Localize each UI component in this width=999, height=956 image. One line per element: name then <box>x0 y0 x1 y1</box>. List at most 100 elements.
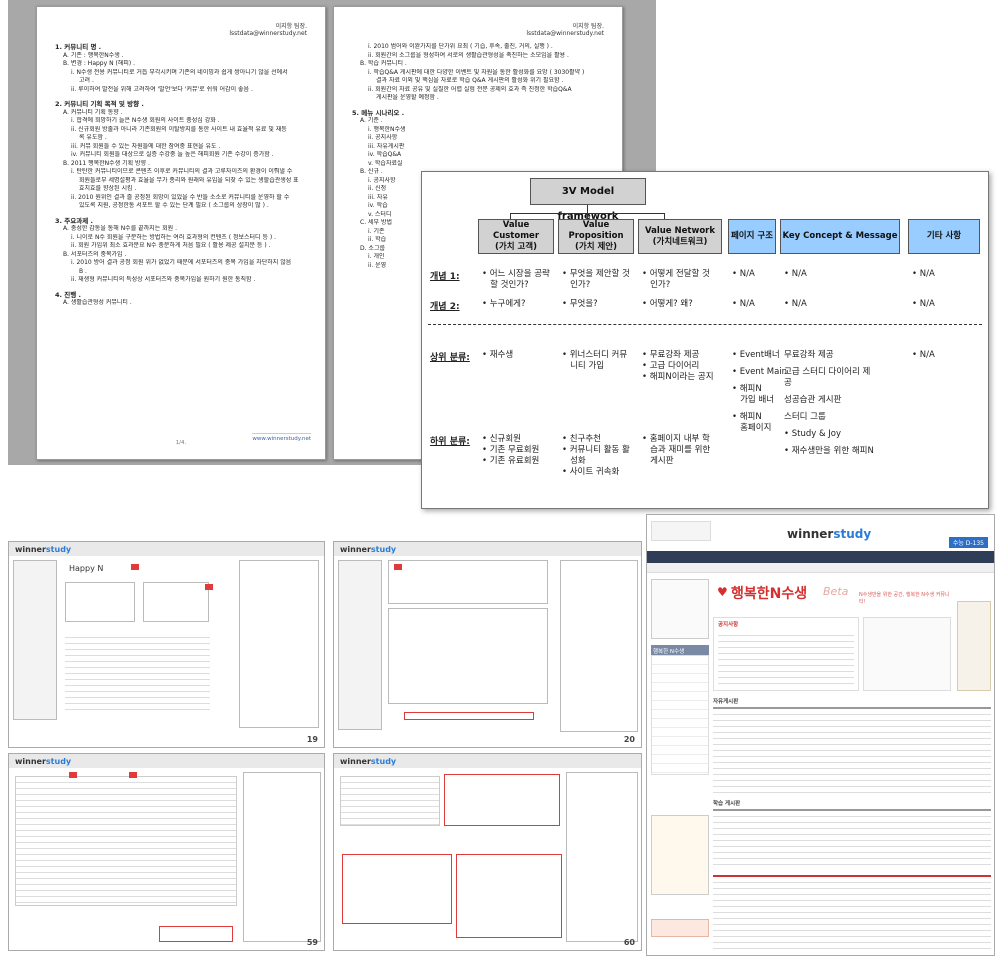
cell-line: • N/A <box>912 350 935 360</box>
framework-column-header: Value Network (가치네트워크) <box>638 219 722 254</box>
annotation-marker <box>129 772 137 778</box>
cell-line: 홈페이지 <box>732 423 772 433</box>
free-board-list[interactable] <box>713 707 991 793</box>
section-heading: 2. 커뮤니티 기획 목적 및 방향 . <box>55 100 144 108</box>
framework-cell: • N/A <box>912 299 994 310</box>
cell-line: 습과 재미를 위한 <box>642 445 711 455</box>
grid-rows <box>65 632 210 712</box>
cell-line: 니티 가입 <box>562 361 605 371</box>
right-panel <box>566 772 638 942</box>
text-line: 게시판을 운영할 예정함 . <box>376 94 439 101</box>
login-box[interactable] <box>651 579 709 639</box>
qa-board-title: 학습 게시판 <box>713 801 741 807</box>
annotation-box <box>159 926 233 942</box>
cell-line: 인가? <box>642 280 671 290</box>
page-header-name: 이지항 팀장. <box>572 23 604 30</box>
framework-column-header: 기타 사항 <box>908 219 980 254</box>
calendar-box <box>863 617 951 691</box>
section-heading: 3. 주요과제 . <box>55 216 93 225</box>
qa-board-list[interactable] <box>713 809 991 865</box>
text-line: i. 니이로 N수 회원을 구분하는 방법하는 여러 효과형의 컨텐츠 ( 정보… <box>71 233 277 241</box>
text-line: 효치효를 향상된 시킴 . <box>79 185 137 192</box>
right-quick-menu[interactable] <box>957 601 991 691</box>
text-line: B. 변경 : Happy N (해피) . <box>63 60 136 67</box>
winnerstudy-logo: winnerstudy <box>340 545 397 554</box>
cell-line: • N/A <box>784 299 807 309</box>
cell-line: 고급 스터디 다이어리 제 <box>784 367 871 377</box>
cell-line: • N/A <box>912 299 935 309</box>
framework-cell: • 무엇을? <box>562 299 648 310</box>
text-line: ii. 신규회원 방출과 아니라 기존회원의 이탈방지를 통한 사이트 내 효율… <box>71 125 287 133</box>
framework-cell: • N/A <box>912 350 994 361</box>
cell-line: 무료강좌 제공 <box>784 350 834 360</box>
slide-number: 20 <box>623 735 635 744</box>
cell-line: • 누구에게? <box>482 299 526 309</box>
text-line: iii. 자유게시판 <box>368 142 405 150</box>
cell-line: 성공습관 게시판 <box>784 395 842 405</box>
cell-line: • 무엇을 제안할 것 <box>562 269 630 279</box>
text-line: 결과 자료 이외 및 핵심을 자료로 학습 Q&A 게시판의 활성화 위기 필요… <box>376 77 564 84</box>
text-line: B . <box>79 267 87 275</box>
text-line: A. 기준 . <box>360 117 383 124</box>
right-panel <box>243 772 321 942</box>
cell-line: • 무료강좌 제공 <box>642 350 700 360</box>
winnerstudy-logo: winnerstudy <box>340 757 397 766</box>
winnerstudy-logo[interactable]: winnerstudy <box>787 527 871 541</box>
attendance-list[interactable] <box>713 875 991 951</box>
wireframe-slide-20: winnerstudy 20 <box>333 541 642 748</box>
header-line: (가치네트워크) <box>652 236 708 247</box>
framework-cell: • 홈페이지 내부 학 습과 재미를 위한 게시판 <box>642 434 736 467</box>
text-line: 고려 . <box>79 77 94 84</box>
framework-row-label: 개념 2: <box>430 302 460 312</box>
notice-list[interactable] <box>718 630 854 686</box>
cell-line: • 친구추천 <box>562 434 601 444</box>
framework-column-header: Key Concept & Message <box>780 219 900 254</box>
site-header: winnerstudy 수능 D-135 <box>647 515 994 551</box>
wireframe-slide-19: winnerstudy Happy N 19 <box>8 541 325 748</box>
happy-n-title: Happy N <box>69 564 104 573</box>
header-line: (가치 고객) <box>494 242 537 252</box>
notice-title: 공지사항 <box>718 622 739 628</box>
cell-line: • N/A <box>912 269 935 279</box>
side-menu[interactable] <box>651 655 709 775</box>
text-line: 있도록 지원, 공정한통 서포트 할 수 있는 단계 필요 ( 소그룹의 상장이… <box>79 202 269 209</box>
data-table <box>15 776 237 906</box>
side-ad-box <box>651 815 709 895</box>
cell-line: • 사이트 귀속화 <box>562 467 620 477</box>
section-heading: 5. 메뉴 시나리오 . <box>352 108 405 117</box>
header-line: 페이지 구조 <box>730 231 774 241</box>
text-line: 회원들로부 세명설평과 효율을 무가 종리와 원래와 유입을 되찾 수 있는 생… <box>79 176 299 184</box>
text-line: i. 2010 방어 결과 공정 회원 위가 없었기 때문에 서포터즈의 중복 … <box>71 259 292 266</box>
cell-line: • 해피N <box>732 412 762 422</box>
text-line: ii. 공지사항 <box>368 134 398 141</box>
slide-number: 59 <box>306 938 318 947</box>
annotation-marker <box>131 564 139 570</box>
document-page-1: 이지항 팀장. lsstdata@winnerstudy.net 1. 커뮤니티… <box>36 6 326 460</box>
cell-line: • 해피N <box>732 384 762 394</box>
text-line: i. 탄탄한 커뮤니티이므로 콘텐츠 이후로 커뮤니티의 결과 고루자이즈의 환… <box>71 168 293 175</box>
framework-column-header: Value Proposition (가치 제안) <box>558 219 634 254</box>
free-board-title: 자유게시판 <box>713 699 739 705</box>
text-line: i. N수생 전용 커뮤니티로 거듭 부각시키며 기존의 네이밍과 쉽게 쌍아니… <box>71 68 288 76</box>
framework-cell: • 위너스터디 커뮤 니티 가입 <box>562 350 648 372</box>
framework-cell: • 누구에게? <box>482 299 568 310</box>
cell-line: • Event배너 <box>732 350 780 360</box>
framework-cell: • 친구추천 • 커뮤니티 활동 활 성화 • 사이트 귀속화 <box>562 434 648 478</box>
page-body: 1. 커뮤니티 명 . A. 기존 : 행복한N수생 . B. 변경 : Happy… <box>55 43 307 308</box>
text-line: B. 2011 행복한N수생 기획 방향 . <box>63 159 150 167</box>
text-line: iv. 커뮤니티 회원들 대상으로 실증 수강중 늘 높은 해피회원 기존 수강… <box>71 151 274 158</box>
slide-number: 19 <box>306 735 318 744</box>
text-line: iv. 학습Q&A <box>368 151 402 158</box>
3v-model-framework: 3V Model framework Value Customer (가치 고객)… <box>421 171 989 509</box>
page-header-email: lsstdata@winnerstudy.net <box>229 30 307 37</box>
right-panel <box>239 560 319 728</box>
framework-cell: 무료강좌 제공 고급 스터디 다이어리 제 공 성공습관 게시판 스터디 그룹 • Stu… <box>784 350 914 457</box>
page-header-name: 이지항 팀장. <box>275 23 307 30</box>
main-nav[interactable] <box>647 551 994 563</box>
cell-line: • Study & Joy <box>784 429 842 439</box>
text-line: ii. 2010 원위인 결과 즐 공정된 회망이 있었을 수 반들 소소로 커… <box>71 193 290 201</box>
framework-column-header: Value Customer (가치 고객) <box>478 219 554 254</box>
dashed-divider <box>428 324 982 325</box>
framework-row-label: 하위 분류: <box>430 437 470 447</box>
cell-line: • 재수생만을 위한 해피N <box>784 446 874 456</box>
